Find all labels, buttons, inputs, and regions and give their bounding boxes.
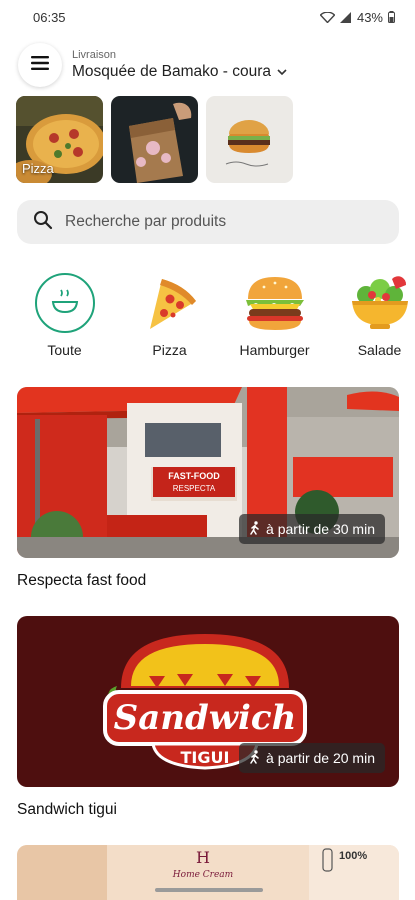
restaurant-name[interactable]: Respecta fast food [17,572,399,590]
category-all[interactable]: Toute [12,270,117,358]
sign-line-2: RESPECTA [173,484,216,493]
bag-story-image [111,96,198,183]
category-label: Hamburger [239,342,310,358]
restaurant-card[interactable]: Sandwich TIGUI à partir de 20 min Sandwi… [17,616,399,819]
search-input[interactable]: Recherche par produits [65,213,226,231]
battery-icon [388,11,395,23]
bowl-icon [32,270,98,336]
category-pizza[interactable]: Pizza [117,270,222,358]
story-label: Pizza [22,161,54,176]
category-label: Pizza [152,342,187,358]
wifi-icon [319,11,335,23]
logo-sub: TIGUI [181,748,230,767]
salad-icon [347,270,413,336]
category-salad[interactable]: Salade [327,270,415,358]
brand-name: Home Cream [172,870,233,880]
walking-person-icon [249,749,261,767]
search-icon [33,210,53,235]
delivery-selector[interactable]: Livraison Mosquée de Bamako - coura [72,49,287,82]
story-pizza[interactable]: Pizza [16,96,103,183]
category-label: Salade [357,342,402,358]
delivery-address[interactable]: Mosquée de Bamako - coura [72,62,271,82]
home-indicator[interactable] [155,888,263,892]
menu-button[interactable] [18,43,62,87]
battery-text: 43% [356,9,383,25]
status-time: 06:35 [33,9,66,25]
delivery-label: Livraison [72,48,117,61]
sign-line-1: FAST-FOOD [168,471,220,481]
delivery-time: à partir de 20 min [266,750,375,766]
walking-person-icon [249,520,261,538]
header: Livraison Mosquée de Bamako - coura [18,42,398,88]
category-hamburger[interactable]: Hamburger [222,270,327,358]
hamburger-menu-icon [31,55,49,75]
story-list: Pizza [16,96,293,183]
status-icons: 43% [319,9,395,25]
category-list: Toute Pizza Hamburger Salade [12,270,415,358]
restaurant-name[interactable]: Sandwich tigui [17,801,399,819]
badge-text: 100% [339,850,367,862]
story-delivery-bag[interactable] [111,96,198,183]
burger-story-image [206,96,293,183]
hamburger-icon [242,270,308,336]
category-label: Toute [47,342,82,358]
signal-icon [339,11,352,23]
pizza-icon [137,270,203,336]
delivery-time-badge: à partir de 20 min [239,743,385,773]
delivery-time-badge: à partir de 30 min [239,514,385,544]
svg-text:H: H [196,848,210,867]
chevron-down-icon[interactable] [277,63,287,81]
delivery-time: à partir de 30 min [266,521,375,537]
restaurant-image[interactable]: Sandwich TIGUI à partir de 20 min [17,616,399,787]
status-bar: 06:35 43% [0,0,415,34]
search-bar[interactable]: Recherche par produits [17,200,399,244]
logo-word: Sandwich [114,698,297,738]
restaurant-card[interactable]: FAST-FOOD RESPECTA à partir de 30 min Re… [17,387,399,590]
restaurant-image[interactable]: FAST-FOOD RESPECTA à partir de 30 min [17,387,399,558]
story-burger[interactable] [206,96,293,183]
